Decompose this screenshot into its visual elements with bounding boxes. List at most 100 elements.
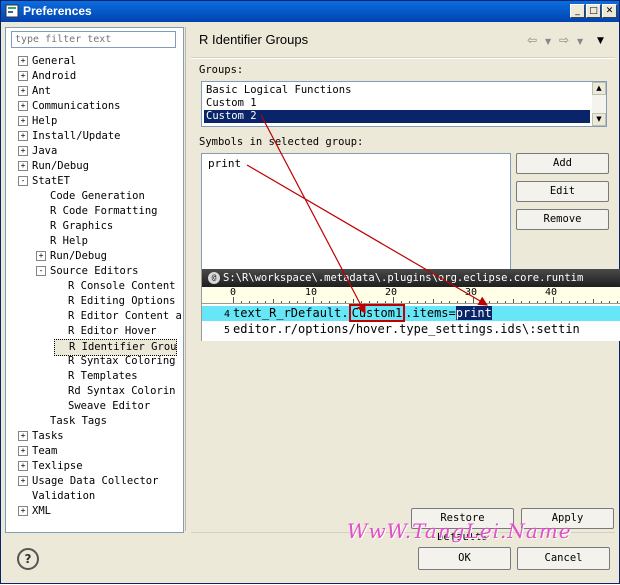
forward-arrow-icon[interactable]: ⇨ — [559, 33, 569, 47]
ruler-label: 40 — [545, 287, 558, 298]
tree-node[interactable]: + Android — [18, 69, 76, 84]
scroll-down-icon[interactable]: ▼ — [592, 113, 606, 126]
add-button[interactable]: Add — [516, 153, 609, 174]
tree-node-label: R Identifier Grou — [69, 341, 177, 353]
tree-node[interactable]: + General — [18, 54, 76, 69]
header-separator — [191, 57, 615, 59]
expand-icon[interactable]: + — [18, 116, 28, 126]
tree-node[interactable]: + Run/Debug — [36, 249, 107, 264]
tree-node[interactable]: R Code Formatting — [36, 204, 157, 219]
edit-button[interactable]: Edit — [516, 181, 609, 202]
expand-icon[interactable]: + — [18, 131, 28, 141]
expand-icon[interactable]: + — [18, 431, 28, 441]
expand-icon[interactable]: + — [18, 71, 28, 81]
tree-node-label: Install/Update — [32, 130, 121, 142]
collapse-icon[interactable]: - — [36, 266, 46, 276]
tree-node[interactable]: + Help — [18, 114, 57, 129]
scroll-up-icon[interactable]: ▲ — [592, 82, 606, 95]
tree-node-label: R Console Content — [68, 280, 176, 292]
ruler-tick — [281, 301, 282, 303]
expand-icon[interactable]: + — [18, 476, 28, 486]
ruler-tick — [553, 297, 554, 303]
tree-node[interactable]: R Editor Hover — [54, 324, 157, 339]
tree-node-label: StatET — [32, 175, 70, 187]
preferences-icon — [5, 4, 19, 18]
tree-node[interactable]: R Graphics — [36, 219, 113, 234]
ruler-tick — [505, 301, 506, 303]
tree-node[interactable]: R Help — [36, 234, 88, 249]
expand-icon[interactable]: + — [18, 506, 28, 516]
symbol-item[interactable]: print — [208, 157, 241, 170]
tree-node[interactable]: Sweave Editor — [54, 399, 150, 414]
minimize-button[interactable]: _ — [570, 4, 585, 18]
tree-node[interactable]: - Source Editors — [36, 264, 139, 279]
tree-node[interactable]: Code Generation — [36, 189, 145, 204]
expand-icon[interactable]: + — [18, 161, 28, 171]
tree-node-label: Validation — [32, 490, 96, 502]
expand-icon[interactable]: + — [18, 86, 28, 96]
groups-scrollbar[interactable]: ▲ ▼ — [592, 82, 606, 126]
back-dropdown-icon[interactable]: ▼ — [545, 37, 551, 46]
tree-node-label: R Help — [50, 235, 88, 247]
expand-icon[interactable]: + — [18, 461, 28, 471]
tree-node[interactable]: - StatET — [18, 174, 70, 189]
tree-node[interactable]: + Run/Debug — [18, 159, 89, 174]
tree-node[interactable]: + Usage Data Collector — [18, 474, 158, 489]
close-button[interactable]: ✕ — [602, 4, 617, 18]
line-number: 4 — [223, 309, 230, 320]
tree-node[interactable]: R Templates — [54, 369, 138, 384]
preference-tree-panel: + General + Android + Ant + Communications + Help… — [5, 27, 184, 533]
expand-icon[interactable]: + — [18, 446, 28, 456]
expand-icon[interactable]: + — [18, 56, 28, 66]
ruler-tick — [297, 301, 298, 303]
ruler-tick — [593, 299, 594, 303]
remove-button[interactable]: Remove — [516, 209, 609, 230]
expand-icon[interactable]: + — [18, 146, 28, 156]
sash[interactable] — [185, 27, 186, 531]
window-title: Preferences — [23, 4, 92, 18]
tree-node-label: Android — [32, 70, 77, 82]
tree-node[interactable]: + Java — [18, 144, 57, 159]
tree-node[interactable]: Validation — [18, 489, 95, 504]
tree-node[interactable]: + Tasks — [18, 429, 64, 444]
view-menu-icon[interactable]: ▼ — [597, 36, 604, 46]
tree-node[interactable]: R Syntax Coloring — [54, 354, 175, 369]
maximize-button[interactable]: □ — [586, 4, 601, 18]
ruler-tick — [529, 301, 530, 303]
watermark-text: WwW.TangLei.Name — [347, 519, 572, 543]
tree-node[interactable]: + Ant — [18, 84, 51, 99]
tree-node[interactable]: + Install/Update — [18, 129, 121, 144]
editor-line[interactable]: 5 editor.r/options/hover.type_settings.id… — [202, 322, 620, 337]
editor-path: S:\R\workspace\.metadata\.plugins\org.ec… — [223, 272, 584, 284]
group-item-selected[interactable]: Custom 2 — [204, 110, 590, 123]
tree-node[interactable]: R Editing Options — [54, 294, 175, 309]
symbols-list[interactable]: print — [201, 153, 511, 271]
help-icon[interactable]: ? — [17, 548, 39, 570]
tree-node[interactable]: + XML — [18, 504, 51, 519]
expand-icon[interactable]: + — [18, 101, 28, 111]
ok-button[interactable]: OK — [418, 547, 511, 570]
groups-list[interactable]: Basic Logical Functions Custom 1 Custom … — [201, 81, 607, 127]
forward-dropdown-icon[interactable]: ▼ — [577, 37, 583, 46]
ruler-tick — [617, 301, 618, 303]
group-item[interactable]: Basic Logical Functions — [206, 84, 351, 97]
filter-input[interactable] — [11, 31, 176, 48]
tree-node[interactable]: R Editor Content a — [54, 309, 182, 324]
expand-icon[interactable]: + — [36, 251, 46, 261]
ruler-tick — [353, 299, 354, 303]
collapse-icon[interactable]: - — [18, 176, 28, 186]
tree-node[interactable]: Rd Syntax Colorin — [54, 384, 175, 399]
tree-node[interactable]: + Texlipse — [18, 459, 83, 474]
tree-node[interactable]: R Console Content — [54, 279, 175, 294]
ruler-tick — [473, 297, 474, 303]
group-item[interactable]: Custom 1 — [206, 97, 257, 110]
tree-node[interactable]: + Team — [18, 444, 57, 459]
ruler-label: 30 — [465, 287, 478, 298]
editor-line[interactable]: 4 text_R_rDefault. Custom1 .items=print — [202, 304, 620, 322]
tree-node[interactable]: Task Tags — [36, 414, 107, 429]
cancel-button[interactable]: Cancel — [517, 547, 610, 570]
ruler-tick — [601, 301, 602, 303]
back-arrow-icon[interactable]: ⇦ — [527, 33, 537, 47]
title-bar[interactable]: Preferences _ □ ✕ — [1, 1, 619, 22]
tree-node[interactable]: + Communications — [18, 99, 121, 114]
